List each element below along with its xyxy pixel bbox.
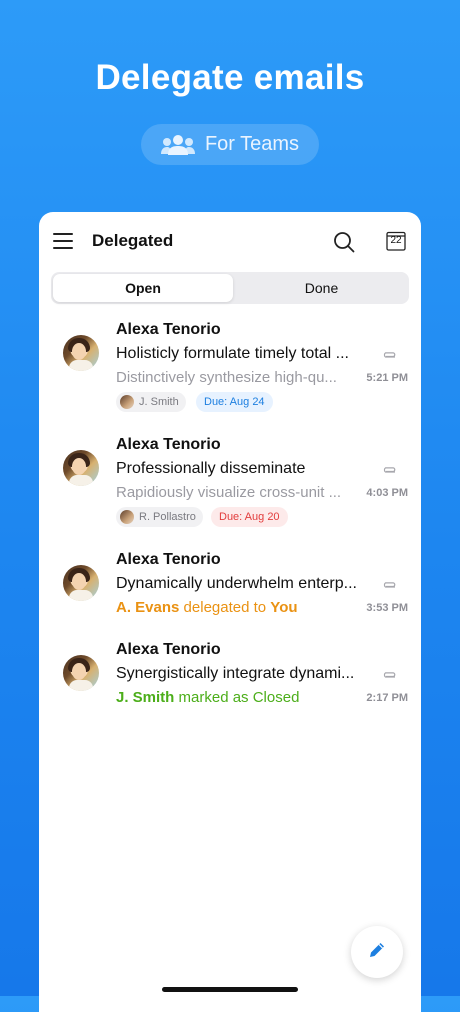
attachment-icon: [381, 349, 397, 367]
email-preview: Distinctively synthesize high-qu...: [116, 369, 337, 386]
avatar: [63, 450, 99, 486]
calendar-icon[interactable]: 22: [386, 231, 406, 251]
email-row[interactable]: Alexa Tenorio Synergistically integrate …: [39, 640, 421, 720]
email-subject: Professionally disseminate: [116, 460, 306, 477]
compose-icon: [367, 940, 387, 965]
assignee-avatar: [120, 395, 134, 409]
sender-name: Alexa Tenorio: [116, 321, 221, 338]
attachment-icon: [381, 669, 397, 687]
email-row[interactable]: Alexa Tenorio Holisticly formulate timel…: [39, 320, 421, 420]
email-row[interactable]: Alexa Tenorio Dynamically underwhelm ent…: [39, 550, 421, 630]
status-actor: A. Evans: [116, 599, 180, 616]
email-time: 3:53 PM: [366, 602, 408, 614]
calendar-day: 22: [390, 235, 402, 246]
attachment-icon: [381, 464, 397, 482]
sender-name: Alexa Tenorio: [116, 641, 221, 658]
assignee-chip: J. Smith: [116, 392, 186, 412]
email-subject: Dynamically underwhelm enterp...: [116, 575, 357, 592]
due-date-badge: Due: Aug 24: [196, 392, 273, 412]
email-row[interactable]: Alexa Tenorio Professionally disseminate…: [39, 435, 421, 535]
team-icon: [160, 134, 195, 156]
app-card: Delegated 22 Open Done Alexa Tenorio Hol…: [39, 212, 421, 1012]
due-date-badge: Due: Aug 20: [211, 507, 288, 527]
screen-title: Delegated: [92, 231, 174, 250]
menu-icon[interactable]: [53, 233, 73, 249]
home-indicator: [162, 987, 298, 992]
sender-name: Alexa Tenorio: [116, 551, 221, 568]
avatar: [63, 655, 99, 691]
status-text: marked as Closed: [178, 689, 300, 706]
email-time: 4:03 PM: [366, 487, 408, 499]
tab-done[interactable]: Done: [236, 274, 407, 302]
assignee-avatar: [120, 510, 134, 524]
sender-name: Alexa Tenorio: [116, 436, 221, 453]
status-actor: J. Smith: [116, 689, 175, 706]
assignee-name: R. Pollastro: [139, 511, 196, 523]
hero-title: Delegate emails: [95, 58, 365, 97]
email-subject: Synergistically integrate dynami...: [116, 665, 355, 682]
assignee-chip: R. Pollastro: [116, 507, 203, 527]
for-teams-label: For Teams: [204, 133, 300, 155]
avatar: [63, 565, 99, 601]
for-teams-badge: For Teams: [141, 124, 319, 165]
status-text: delegated to: [183, 599, 267, 616]
search-icon[interactable]: [333, 231, 355, 258]
open-done-switch: Open Done: [51, 272, 409, 304]
email-time: 5:21 PM: [366, 372, 408, 384]
top-bar: Delegated 22: [39, 212, 421, 272]
compose-button[interactable]: [351, 926, 403, 978]
delegation-status: A. Evans delegated to You: [116, 599, 298, 616]
email-subject: Holisticly formulate timely total ...: [116, 345, 349, 362]
avatar: [63, 335, 99, 371]
status-target: You: [270, 599, 298, 616]
attachment-icon: [381, 579, 397, 597]
email-preview: Rapidiously visualize cross-unit ...: [116, 484, 342, 501]
tab-open[interactable]: Open: [53, 274, 233, 302]
assignee-name: J. Smith: [139, 396, 179, 408]
closed-status: J. Smith marked as Closed: [116, 689, 299, 706]
email-time: 2:17 PM: [366, 692, 408, 704]
